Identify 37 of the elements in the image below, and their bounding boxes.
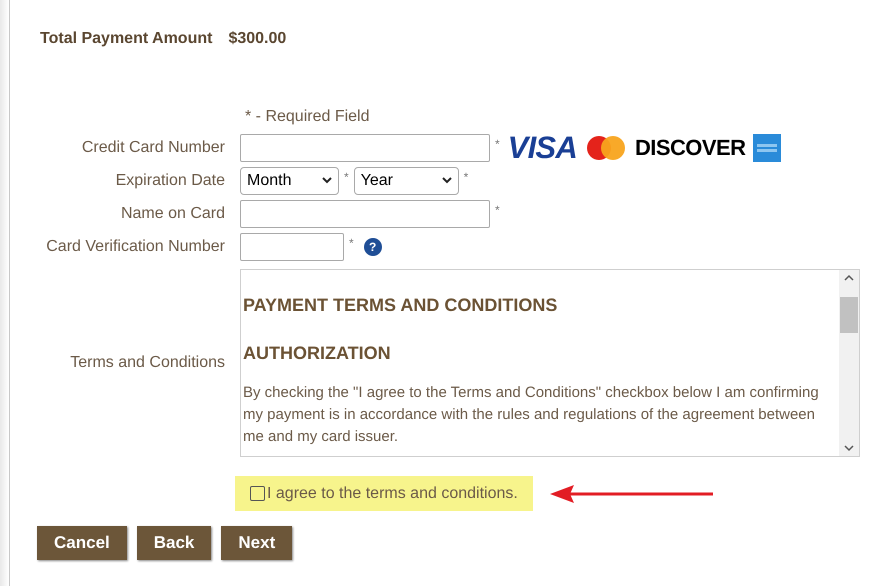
terms-subheading: AUTHORIZATION	[243, 342, 392, 364]
discover-logo: DISCOVER	[634, 136, 746, 158]
chevron-down-icon	[844, 445, 854, 452]
required-mark: *	[349, 235, 354, 252]
form-button[interactable]: Next	[221, 526, 292, 560]
field-label: Credit Card Number	[80, 138, 226, 158]
field-label: Terms and Conditions	[69, 353, 226, 373]
field-label: Card Verification Number	[45, 236, 226, 256]
text-field[interactable]	[240, 232, 344, 260]
chevron-down-icon	[442, 177, 452, 184]
scrollbar-thumb[interactable]	[840, 297, 858, 333]
required-mark: *	[495, 136, 500, 153]
agree-checkbox-row[interactable]: I agree to the terms and conditions.	[235, 476, 533, 511]
dropdown[interactable]: Year	[354, 166, 459, 194]
amex-logo	[753, 134, 782, 162]
form-button[interactable]: Back	[136, 526, 212, 560]
required-note: * - Required Field	[245, 107, 370, 127]
text-field[interactable]	[240, 134, 490, 162]
checkbox[interactable]	[250, 486, 265, 501]
help-icon[interactable]: ?	[364, 238, 382, 256]
required-mark: *	[344, 169, 349, 186]
required-mark: *	[495, 202, 500, 219]
mastercard-logo	[584, 134, 627, 160]
text-field[interactable]	[240, 200, 490, 228]
form-button[interactable]: Cancel	[37, 526, 127, 560]
total-label: Total Payment Amount	[40, 29, 212, 49]
terms-heading: PAYMENT TERMS AND CONDITIONS	[243, 294, 558, 316]
scrollbar[interactable]	[839, 270, 859, 456]
chevron-up-icon	[844, 274, 854, 281]
required-mark: *	[464, 169, 468, 186]
chevron-down-icon	[322, 177, 332, 184]
field-label: Name on Card	[120, 204, 226, 224]
dropdown[interactable]: Month	[240, 166, 339, 194]
total-value: $300.00	[228, 29, 286, 49]
visa-logo: VISA	[508, 132, 577, 163]
terms-paragraph: By checking the "I agree to the Terms and Conditions" checkbox below I am confirming my payment is in accordance with the rules and regulations of the agreement between me and my card issuer.	[243, 383, 820, 447]
field-label: Expiration Date	[114, 170, 226, 190]
